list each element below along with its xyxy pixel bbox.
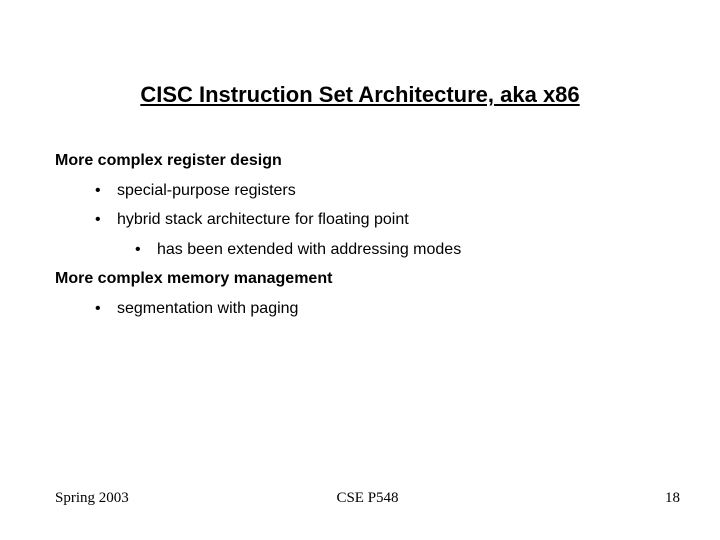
section-heading: More complex register design <box>55 148 665 174</box>
bullet-icon: • <box>95 178 117 204</box>
footer-center: CSE P548 <box>55 490 680 507</box>
slide: CISC Instruction Set Architecture, aka x… <box>0 0 720 540</box>
footer-right: 18 <box>665 490 680 507</box>
bullet-icon: • <box>95 296 117 322</box>
bullet-item: •has been extended with addressing modes <box>55 237 665 263</box>
bullet-text: hybrid stack architecture for floating p… <box>117 211 409 228</box>
bullet-text: has been extended with addressing modes <box>157 241 461 258</box>
slide-footer: Spring 2003 CSE P548 18 <box>55 490 680 510</box>
bullet-icon: • <box>135 237 157 263</box>
bullet-item: •hybrid stack architecture for floating … <box>55 207 665 233</box>
section-heading: More complex memory management <box>55 266 665 292</box>
slide-body: More complex register design •special-pu… <box>55 148 665 326</box>
bullet-item: •segmentation with paging <box>55 296 665 322</box>
bullet-text: special-purpose registers <box>117 182 296 199</box>
bullet-text: segmentation with paging <box>117 300 298 317</box>
slide-title: CISC Instruction Set Architecture, aka x… <box>0 82 720 108</box>
bullet-item: •special-purpose registers <box>55 178 665 204</box>
bullet-icon: • <box>95 207 117 233</box>
